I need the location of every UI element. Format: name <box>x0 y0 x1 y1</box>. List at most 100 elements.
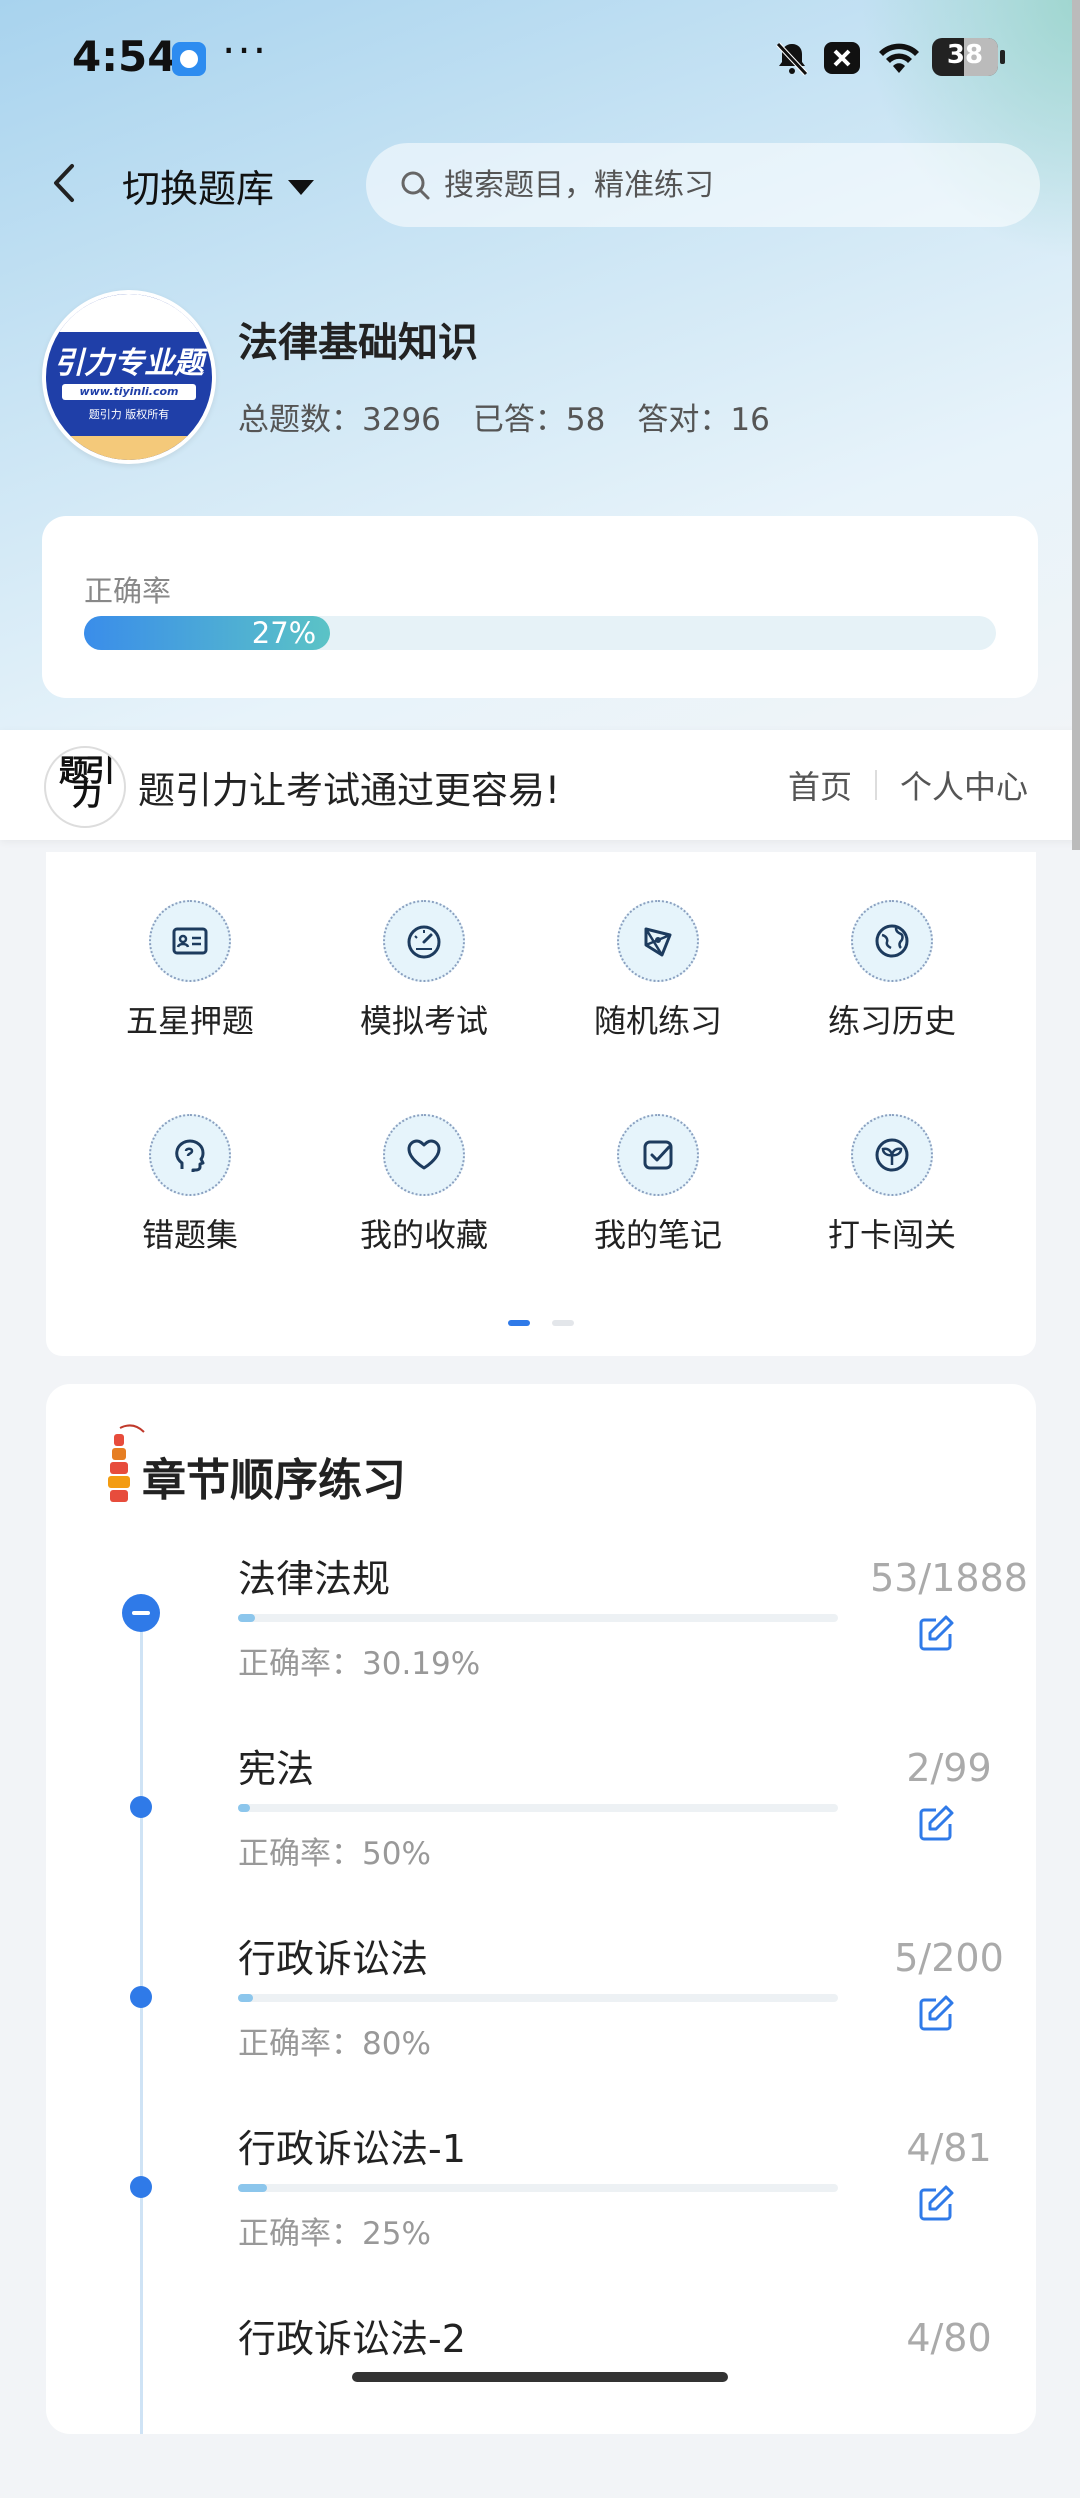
status-time: 4:54 <box>72 32 177 81</box>
subject-stats: 总题数：3296 已答：58 答对：16 <box>238 394 770 439</box>
battery-level: 38 <box>946 40 984 70</box>
func-random-practice[interactable]: 随机练习 <box>548 900 768 1042</box>
chapter-count: 2/99 <box>906 1746 992 1790</box>
chapter-section-title: 章节顺序练习 <box>142 1455 406 1506</box>
battery-icon: 38 <box>932 38 1005 76</box>
brand-logo: 题引力 <box>44 746 126 828</box>
banner-divider <box>875 770 877 800</box>
scrollbar[interactable] <box>1072 0 1080 850</box>
home-indicator[interactable] <box>352 2372 728 2382</box>
chapter-progress-track <box>238 1804 838 1812</box>
user-center-link[interactable]: 个人中心 <box>900 762 1028 808</box>
func-five-star[interactable]: 五星押题 <box>80 900 300 1042</box>
func-wrong-questions[interactable]: 错题集 <box>80 1114 300 1256</box>
subject-title: 法律基础知识 <box>238 320 478 366</box>
chapter-progress-track <box>238 1994 838 2002</box>
collapse-minus-icon[interactable] <box>122 1594 160 1632</box>
chapter-row[interactable]: 行政诉讼法 正确率：80% 5/200 <box>46 1928 1036 2118</box>
edit-icon[interactable] <box>914 1802 958 1846</box>
logo-copyright: 题引力 版权所有 <box>88 408 170 421</box>
func-label: 五星押题 <box>125 1002 254 1040</box>
chapter-progress-track <box>238 2184 838 2192</box>
timeline-dot <box>130 2176 152 2198</box>
chapter-name: 宪法 <box>238 1747 315 1791</box>
brand-banner: 题引力 题引力让考试通过更容易! 首页 个人中心 <box>0 730 1080 840</box>
chapter-count: 4/80 <box>906 2316 992 2360</box>
accuracy-progress-fill: 27% <box>84 616 331 650</box>
logo-site: www.tiyinli.com <box>62 384 196 400</box>
search-input[interactable] <box>442 166 1006 204</box>
chapter-row[interactable]: 宪法 正确率：50% 2/99 <box>46 1738 1036 1928</box>
func-practice-history[interactable]: 练习历史 <box>782 900 1002 1042</box>
timeline-dot <box>130 1796 152 1818</box>
func-label: 打卡闯关 <box>827 1216 956 1254</box>
no-sim-icon <box>824 42 860 74</box>
chapter-accuracy: 正确率：50% <box>238 1836 431 1872</box>
chapter-row[interactable]: 法律法规 正确率：30.19% 53/1888 <box>46 1548 1036 1738</box>
chapter-accuracy: 正确率：25% <box>238 2216 431 2252</box>
globe-history-icon <box>851 900 933 982</box>
chapter-row[interactable]: 行政诉讼法-2 4/80 <box>46 2308 1036 2498</box>
accuracy-card: 正确率 27% <box>42 516 1038 698</box>
firecracker-icon <box>108 1424 145 1502</box>
correct-count: 答对：16 <box>637 402 770 438</box>
brand-logo-text: 题引力 <box>59 754 115 813</box>
chapter-progress-fill <box>238 1614 255 1622</box>
app-notification-icon <box>172 42 206 76</box>
id-card-icon <box>149 900 231 982</box>
function-grid: 五星押题 模拟考试 随机练习 练习历史 错题集 我的收藏 我的笔记 打卡闯关 <box>46 852 1036 1356</box>
caret-down-icon <box>288 180 315 195</box>
logo-title: 引力专业题 <box>54 346 204 381</box>
heart-icon <box>383 1114 465 1196</box>
status-bar: 4:54 ··· 38 <box>0 0 1080 120</box>
func-my-notes[interactable]: 我的笔记 <box>548 1114 768 1256</box>
home-link[interactable]: 首页 <box>788 762 852 808</box>
chapter-progress-track <box>238 1614 838 1622</box>
search-icon <box>401 171 430 200</box>
func-label: 我的收藏 <box>359 1216 488 1254</box>
wifi-icon <box>879 43 919 73</box>
edit-icon[interactable] <box>914 2182 958 2226</box>
answered-count: 已答：58 <box>472 402 606 438</box>
sprout-icon <box>851 1114 933 1196</box>
bell-muted-icon <box>776 42 808 76</box>
chapter-name: 行政诉讼法-2 <box>238 2317 466 2361</box>
pager-dot-active[interactable] <box>508 1320 530 1326</box>
chapter-count: 4/81 <box>906 2126 992 2170</box>
shuffle-icon <box>617 900 699 982</box>
chapter-progress-fill <box>238 2184 268 2192</box>
pager-dot[interactable] <box>552 1320 574 1326</box>
chapter-row[interactable]: 行政诉讼法-1 正确率：25% 4/81 <box>46 2118 1036 2308</box>
edit-icon[interactable] <box>914 1992 958 2036</box>
brand-slogan: 题引力让考试通过更容易! <box>138 769 560 812</box>
speedometer-icon <box>383 900 465 982</box>
func-checkin-challenge[interactable]: 打卡闯关 <box>782 1114 1002 1256</box>
func-label: 模拟考试 <box>359 1002 488 1040</box>
chapter-practice-card: 章节顺序练习 法律法规 正确率：30.19% 53/1888 宪法 正确率：50… <box>46 1384 1036 2434</box>
func-mock-exam[interactable]: 模拟考试 <box>314 900 534 1042</box>
chapter-name: 行政诉讼法-1 <box>238 2127 466 2171</box>
func-favorites[interactable]: 我的收藏 <box>314 1114 534 1256</box>
chapter-count: 5/200 <box>894 1936 1004 1980</box>
brain-head-icon <box>149 1114 231 1196</box>
accuracy-progress-track: 27% <box>84 616 996 650</box>
edit-icon[interactable] <box>914 1612 958 1656</box>
switch-bank-dropdown[interactable]: 切换题库 <box>122 158 315 213</box>
chapter-name: 法律法规 <box>238 1557 391 1601</box>
accuracy-label: 正确率 <box>84 574 172 608</box>
timeline-dot <box>130 1986 152 2008</box>
chapter-progress-fill <box>238 1804 250 1812</box>
switch-bank-label: 切换题库 <box>122 167 275 211</box>
search-bar[interactable] <box>366 143 1040 227</box>
func-label: 错题集 <box>141 1216 238 1254</box>
func-label: 我的笔记 <box>593 1216 722 1254</box>
back-arrow-icon[interactable] <box>40 158 90 208</box>
chapter-accuracy: 正确率：30.19% <box>238 1646 481 1682</box>
chapter-accuracy: 正确率：80% <box>238 2026 431 2062</box>
subject-logo: 引力专业题 www.tiyinli.com 题引力 版权所有 <box>42 290 216 464</box>
note-check-icon <box>617 1114 699 1196</box>
chapter-progress-fill <box>238 1994 253 2002</box>
chapter-name: 行政诉讼法 <box>238 1937 429 1981</box>
func-label: 练习历史 <box>827 1002 956 1040</box>
more-notifications-icon: ··· <box>222 26 269 75</box>
